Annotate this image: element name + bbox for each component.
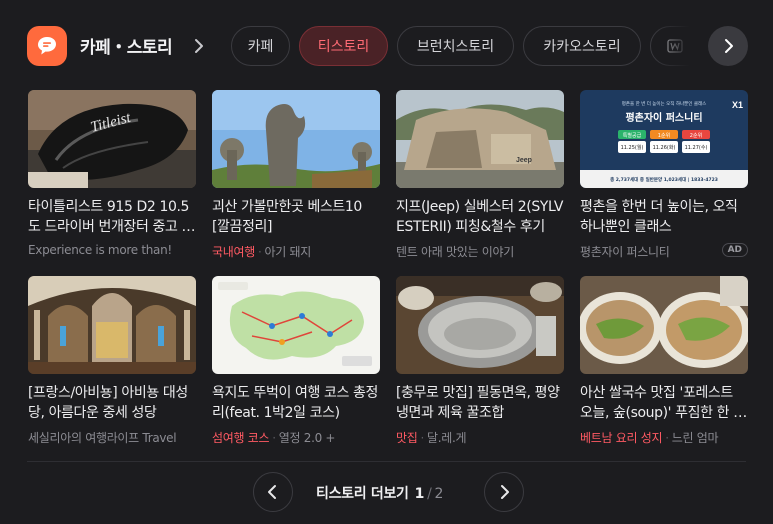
ad-footer: 총 2,737세대 중 일반분양 1,023세대 | 1833-4723 [610,176,718,183]
post-source[interactable]: 세실리아의 여행라이프 Travel [28,431,177,445]
post-title[interactable]: 평촌을 한번 더 높이는, 오직 하나뿐인 클래스 [580,197,748,237]
post-meta: 맛집 · 달.레.게 [396,429,564,446]
chevron-right-icon [501,485,509,499]
tab-label: 카카오스토리 [543,39,621,55]
post-title[interactable]: 욕지도 뚜벅이 여행 코스 총정리(feat. 1박2일 코스) [212,383,380,423]
post-card[interactable]: 욕지도 뚜벅이 여행 코스 총정리(feat. 1박2일 코스) 섬여행 코스 ·… [212,276,380,448]
tab-list: 카페 티스토리 브런치스토리 카카오스토리 웅 [231,25,721,67]
post-card[interactable]: 괴산 가볼만한곳 베스트10 [깔끔정리] 국내여행 · 아기 돼지 [212,90,380,262]
chat-bubble-icon [27,26,67,66]
meta-separator: · [257,245,262,259]
post-category[interactable]: 맛집 [396,431,418,445]
post-thumbnail[interactable]: Jeep [396,90,564,188]
post-thumbnail[interactable] [580,276,748,374]
more-link[interactable]: 티스토리 더보기 1/2 [316,483,443,503]
post-thumbnail[interactable]: Titleist [28,90,196,188]
post-category[interactable]: 국내여행 [212,245,255,259]
ad-headline: 평촌자이 퍼스니티 [625,111,702,124]
post-source[interactable]: 아기 돼지 [264,245,311,259]
cafe-story-panel: 카페・스토리 카페 티스토리 브런치스토리 카카오스토리 웅 [0,0,773,524]
post-meta: 세실리아의 여행라이프 Travel [28,429,196,446]
divider [27,461,746,462]
next-page-button[interactable] [484,472,524,512]
post-source[interactable]: 텐트 아래 맛있는 이야기 [396,245,514,259]
ad-badge: AD [721,243,748,257]
panel-header: 카페・스토리 카페 티스토리 브런치스토리 카카오스토리 웅 [27,25,748,67]
post-source[interactable]: 열정 2.0 + [279,431,336,445]
meta-separator: · [272,431,276,445]
ad-chip-date: 11.25(월) [621,144,644,151]
ad-chip-label: 2순위 [690,132,702,139]
post-category[interactable]: 섬여행 코스 [212,431,270,445]
post-title[interactable]: [충무로 맛집] 필동면옥, 평양냉면과 제육 꿀조합 [396,383,564,423]
total-pages: 2 [434,486,444,502]
post-source[interactable]: 달.레.게 [427,431,467,445]
chevron-left-icon [268,485,276,499]
post-meta: 국내여행 · 아기 돼지 [212,243,380,260]
post-card[interactable]: [충무로 맛집] 필동면옥, 평양냉면과 제육 꿀조합 맛집 · 달.레.게 [396,276,564,448]
post-thumbnail[interactable] [396,276,564,374]
tab-label: 브런치스토리 [416,39,495,55]
post-card[interactable]: [프랑스/아비뇽] 아비뇽 대성당, 아름다운 중세 성당 세실리아의 여행라이… [28,276,196,448]
tab-label: 카페 [247,39,274,55]
chevron-right-icon[interactable] [192,36,206,56]
prev-page-button[interactable] [253,472,293,512]
post-title[interactable]: 괴산 가볼만한곳 베스트10 [깔끔정리] [212,197,380,237]
meta-separator: · [665,431,669,445]
tab-cafe[interactable]: 카페 [231,26,290,66]
post-title[interactable]: [프랑스/아비뇽] 아비뇽 대성당, 아름다운 중세 성당 [28,383,196,423]
post-title[interactable]: 아산 쌀국수 맛집 '포레스트 오늘, 숲(soup)' 푸짐한 한 그릇 [580,383,748,423]
post-thumbnail[interactable] [28,276,196,374]
post-thumbnail[interactable] [212,276,380,374]
post-title[interactable]: 지프(Jeep) 실베스터 2(SYLVESTERII) 피칭&철수 후기 [396,197,564,237]
meta-separator: · [420,431,424,445]
tab-tistory[interactable]: 티스토리 [299,26,388,66]
post-meta: 평촌자이 퍼스니티 [580,243,720,260]
current-page: 1 [414,486,425,502]
more-label: 티스토리 더보기 [316,486,409,502]
post-title[interactable]: 타이틀리스트 915 D2 10.5도 드라이버 번개장터 중고 구매 [28,197,196,237]
ad-chip-date: 11.27(수) [685,145,708,151]
post-card[interactable]: Titleist 타이틀리스트 915 D2 10.5도 드라이버 번개장터 중… [28,90,196,262]
post-meta: 섬여행 코스 · 열정 2.0 + [212,429,380,446]
post-thumbnail[interactable] [212,90,380,188]
ad-chip-label: 1순위 [658,132,670,139]
tab-brunch-story[interactable]: 브런치스토리 [397,26,514,66]
post-card[interactable]: 아산 쌀국수 맛집 '포레스트 오늘, 숲(soup)' 푸짐한 한 그릇 베트… [580,276,748,448]
post-source[interactable]: Experience is more than! [28,243,172,257]
ad-thumbnail[interactable]: X1 평촌을 한 번 더 높이는 오직 하나뿐인 클래스 평촌자이 퍼스니티 특… [580,90,748,188]
tab-label: 티스토리 [317,39,370,55]
ad-chip-label: 특별공급 [623,132,642,139]
section-title[interactable]: 카페・스토리 [80,33,173,58]
post-category[interactable]: 베트남 요리 성지 [580,431,663,445]
post-source[interactable]: 평촌자이 퍼스니티 [580,245,670,259]
post-meta: 텐트 아래 맛있는 이야기 [396,243,564,260]
post-card[interactable]: Jeep 지프(Jeep) 실베스터 2(SYLVESTERII) 피칭&철수 … [396,90,564,262]
post-meta: Experience is more than! [28,243,196,257]
tab-kakao-story[interactable]: 카카오스토리 [523,26,641,66]
page-separator: / [427,486,432,502]
ad-chip-date: 11.26(화) [653,145,676,151]
post-source[interactable]: 느린 엄마 [672,431,719,445]
tabs-next-button[interactable] [708,26,748,66]
ad-card[interactable]: X1 평촌을 한 번 더 높이는 오직 하나뿐인 클래스 평촌자이 퍼스니티 특… [580,90,748,262]
ad-top-line: 평촌을 한 번 더 높이는 오직 하나뿐인 클래스 [622,100,707,107]
post-meta: 베트남 요리 성지 · 느린 엄마 [580,429,748,446]
chevron-right-icon [725,39,733,53]
svg-text:Jeep: Jeep [516,157,532,164]
ad-logo: X1 [732,100,743,110]
